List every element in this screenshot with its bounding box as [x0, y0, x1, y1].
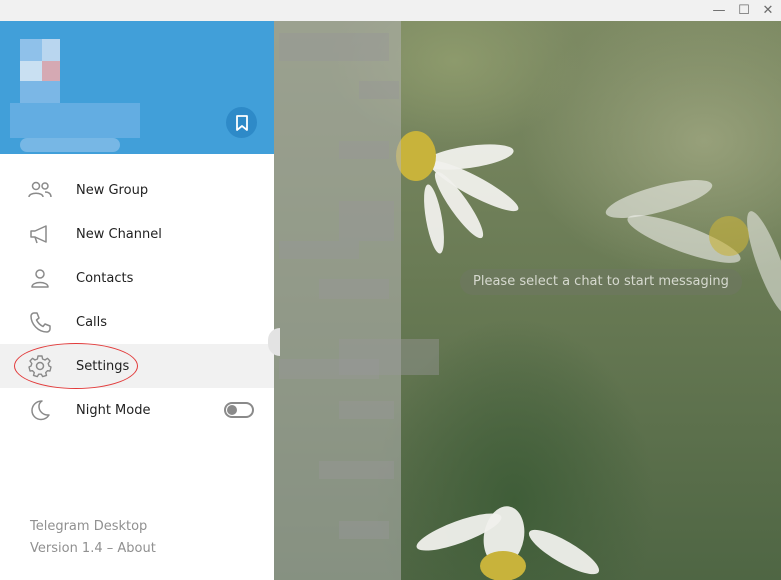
chat-preview-blur [319, 461, 394, 479]
close-icon: ✕ [762, 3, 774, 18]
night-mode-icon [27, 398, 53, 422]
flower-petal [523, 522, 605, 580]
version-about-link[interactable]: Version 1.4 – About [30, 541, 156, 556]
toggle-knob [227, 405, 237, 415]
title-bar: — ☐ ✕ [0, 0, 781, 21]
flower-center [709, 216, 749, 256]
chat-preview-blur [339, 521, 389, 539]
menu-item-label: New Group [76, 182, 149, 198]
chat-preview-blur [279, 359, 379, 379]
app-name: Telegram Desktop [30, 519, 148, 534]
night-mode-toggle[interactable] [224, 402, 254, 418]
menu-item-label: Contacts [76, 270, 134, 286]
annotation-circle [14, 343, 138, 389]
flower-center [396, 131, 436, 181]
menu-item-new-group[interactable]: New Group [0, 168, 274, 212]
chat-preview-blur [339, 141, 389, 159]
minimize-button[interactable]: — [707, 0, 731, 21]
chat-list-overlay [274, 21, 401, 580]
menu-item-contacts[interactable]: Contacts [0, 256, 274, 300]
contacts-icon [27, 266, 53, 290]
chat-preview-blur [359, 81, 399, 99]
maximize-icon: ☐ [738, 3, 750, 18]
menu-item-calls[interactable]: Calls [0, 300, 274, 344]
chat-preview-blur [339, 201, 394, 241]
user-phone-blur [20, 138, 120, 152]
flower-center [480, 551, 526, 580]
chat-background: Please select a chat to start messaging [274, 21, 781, 580]
select-chat-message: Please select a chat to start messaging [460, 269, 742, 295]
menu-item-label: New Channel [76, 226, 162, 242]
sidebar-header [0, 21, 274, 154]
chat-preview-blur [279, 33, 389, 61]
close-button[interactable]: ✕ [756, 0, 780, 21]
saved-messages-button[interactable] [226, 107, 257, 138]
sidebar-menu: New Group New Channel Contacts Calls Set… [0, 21, 274, 580]
bookmark-icon [235, 114, 248, 131]
menu-item-label: Night Mode [76, 402, 151, 418]
chat-preview-blur [279, 241, 359, 259]
avatar-pixel [20, 81, 60, 103]
new-group-icon [27, 178, 53, 202]
avatar-pixel [42, 61, 60, 81]
chat-preview-blur [339, 401, 394, 419]
maximize-button[interactable]: ☐ [732, 0, 756, 21]
calls-icon [27, 310, 53, 334]
menu-item-label: Calls [76, 314, 108, 330]
menu-item-new-channel[interactable]: New Channel [0, 212, 274, 256]
avatar[interactable] [20, 39, 42, 61]
menu-item-night-mode[interactable]: Night Mode [0, 388, 274, 432]
avatar-pixel [42, 39, 60, 61]
avatar-pixel [20, 61, 42, 81]
user-name-blur [10, 103, 140, 138]
minimize-icon: — [712, 3, 726, 18]
chat-preview-blur [319, 279, 389, 299]
new-channel-icon [27, 222, 53, 246]
